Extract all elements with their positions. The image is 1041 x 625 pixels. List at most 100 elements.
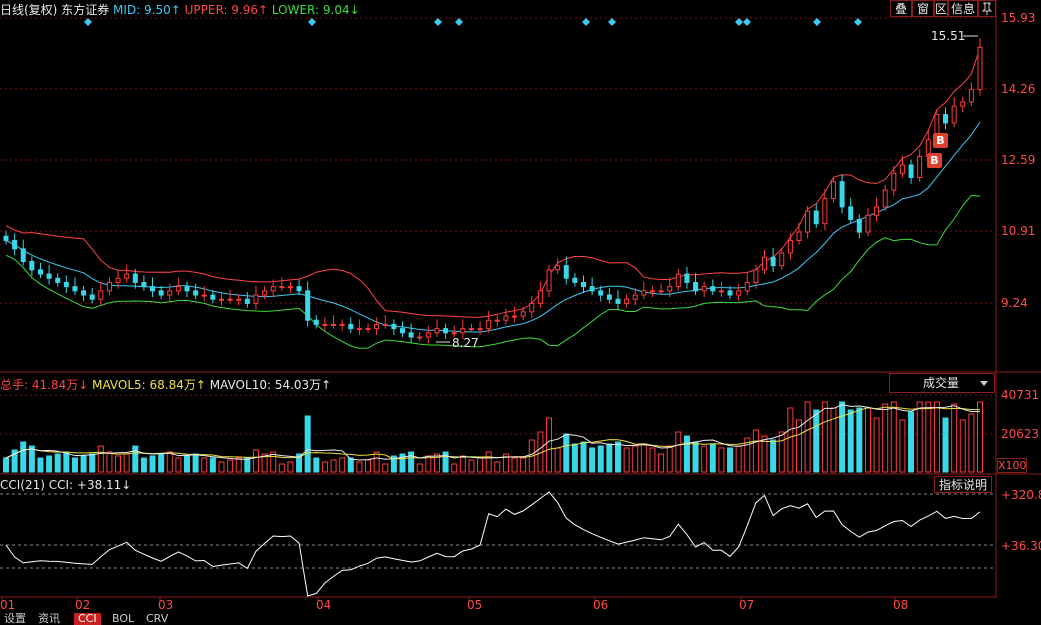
candle-body bbox=[667, 286, 673, 292]
volume-header: 总手: 41.84万↓ MAVOL5: 68.84万↑ MAVOL10: 54.… bbox=[0, 376, 331, 393]
candle-body bbox=[434, 328, 440, 334]
volume-tick: 20623 bbox=[1001, 427, 1040, 441]
x-axis-month: 03 bbox=[158, 598, 174, 612]
volume-bar bbox=[330, 459, 337, 473]
candle-body bbox=[736, 290, 742, 296]
volume-bar bbox=[727, 447, 734, 473]
tab-cci[interactable]: CCI bbox=[74, 613, 101, 625]
zone-button[interactable]: 区 bbox=[934, 0, 948, 17]
tab-settings[interactable]: 设置 bbox=[0, 613, 30, 625]
indicator-select[interactable]: 成交量 bbox=[889, 373, 995, 393]
candle-body bbox=[520, 311, 526, 317]
candle-body bbox=[460, 328, 466, 334]
candle-body bbox=[106, 281, 112, 292]
volume-bar bbox=[37, 457, 44, 473]
candle-body bbox=[244, 298, 250, 304]
volume-bar bbox=[683, 435, 690, 473]
volume-bar bbox=[46, 455, 53, 473]
candle-body bbox=[150, 286, 156, 292]
volume-bar bbox=[356, 461, 363, 473]
volume-bar bbox=[459, 455, 466, 473]
candle-body bbox=[615, 298, 621, 304]
candle-body bbox=[193, 290, 199, 296]
candle-body bbox=[313, 319, 319, 325]
candle-body bbox=[572, 277, 578, 283]
candle-body bbox=[331, 323, 337, 326]
mid-band-line bbox=[5, 121, 981, 333]
candle-body bbox=[55, 277, 61, 283]
volume-bar bbox=[942, 417, 949, 473]
candle-body bbox=[356, 328, 362, 331]
candle-body bbox=[675, 273, 681, 288]
candle-body bbox=[201, 294, 207, 297]
volume-bar bbox=[123, 453, 130, 473]
info-button[interactable]: 信息 bbox=[948, 0, 978, 17]
volume-bar bbox=[933, 401, 940, 473]
volume-bar bbox=[752, 429, 759, 473]
volume-bar bbox=[614, 441, 621, 473]
candle-body bbox=[830, 181, 836, 199]
x-axis-month: 05 bbox=[467, 598, 483, 612]
volume-bar bbox=[227, 459, 234, 473]
volume-bar bbox=[890, 401, 897, 473]
volume-bar bbox=[813, 409, 820, 473]
tab-bol[interactable]: BOL bbox=[108, 613, 138, 625]
candle-body bbox=[37, 269, 43, 275]
candle-body bbox=[779, 252, 785, 267]
candle-body bbox=[29, 260, 35, 271]
buy-signal-badge[interactable]: B bbox=[933, 133, 948, 148]
candle-body bbox=[658, 290, 664, 293]
mavol10-label: MAVOL10: 54.03万↑ bbox=[209, 378, 332, 392]
pin-icon[interactable] bbox=[978, 0, 996, 17]
volume-bar bbox=[589, 447, 596, 473]
candle-body bbox=[563, 265, 569, 279]
candle-body bbox=[262, 290, 268, 296]
signal-diamond-icon bbox=[608, 18, 616, 26]
stack-button[interactable]: 叠 bbox=[890, 0, 912, 17]
cci-tick: +320.8 bbox=[1001, 488, 1041, 502]
window-button[interactable]: 窗 bbox=[912, 0, 934, 17]
candle-body bbox=[624, 298, 630, 304]
volume-bar bbox=[692, 441, 699, 473]
candle-body bbox=[701, 286, 707, 292]
candle-body bbox=[606, 294, 612, 300]
candle-body bbox=[89, 294, 95, 300]
candle-body bbox=[537, 290, 543, 304]
candle-body bbox=[175, 286, 181, 292]
candle-body bbox=[494, 319, 500, 322]
volume-bar bbox=[347, 457, 354, 473]
volume-bar bbox=[847, 409, 854, 473]
candle-body bbox=[296, 286, 302, 292]
volume-bar bbox=[97, 445, 104, 473]
candle-body bbox=[796, 231, 802, 241]
candle-body bbox=[408, 332, 414, 338]
volume-bar bbox=[925, 401, 932, 473]
candle-body bbox=[917, 156, 923, 179]
candle-body bbox=[81, 290, 87, 296]
candle-body bbox=[951, 105, 957, 124]
candle-body bbox=[813, 210, 819, 225]
volume-bar bbox=[830, 407, 837, 473]
x-axis-month: 08 bbox=[893, 598, 909, 612]
tab-news[interactable]: 资讯 bbox=[34, 613, 64, 625]
candle-body bbox=[451, 332, 457, 335]
volume-bar bbox=[701, 445, 708, 473]
candle-body bbox=[874, 206, 880, 216]
volume-bar bbox=[916, 401, 923, 473]
candle-body bbox=[399, 328, 405, 334]
candle-body bbox=[468, 328, 474, 331]
indicator-help-button[interactable]: 指标说明 bbox=[934, 476, 992, 493]
volume-bar bbox=[632, 445, 639, 473]
volume-bar bbox=[89, 453, 96, 473]
candle-body bbox=[529, 302, 535, 313]
tab-crv[interactable]: CRV bbox=[142, 613, 172, 625]
volume-bar bbox=[968, 413, 975, 473]
candle-body bbox=[322, 323, 328, 326]
candle-body bbox=[236, 298, 242, 301]
candle-body bbox=[158, 290, 164, 296]
candle-body bbox=[899, 164, 905, 174]
candle-body bbox=[968, 88, 974, 103]
volume-bar bbox=[520, 457, 527, 473]
buy-signal-badge[interactable]: B bbox=[927, 153, 942, 168]
volume-bar bbox=[951, 403, 958, 473]
